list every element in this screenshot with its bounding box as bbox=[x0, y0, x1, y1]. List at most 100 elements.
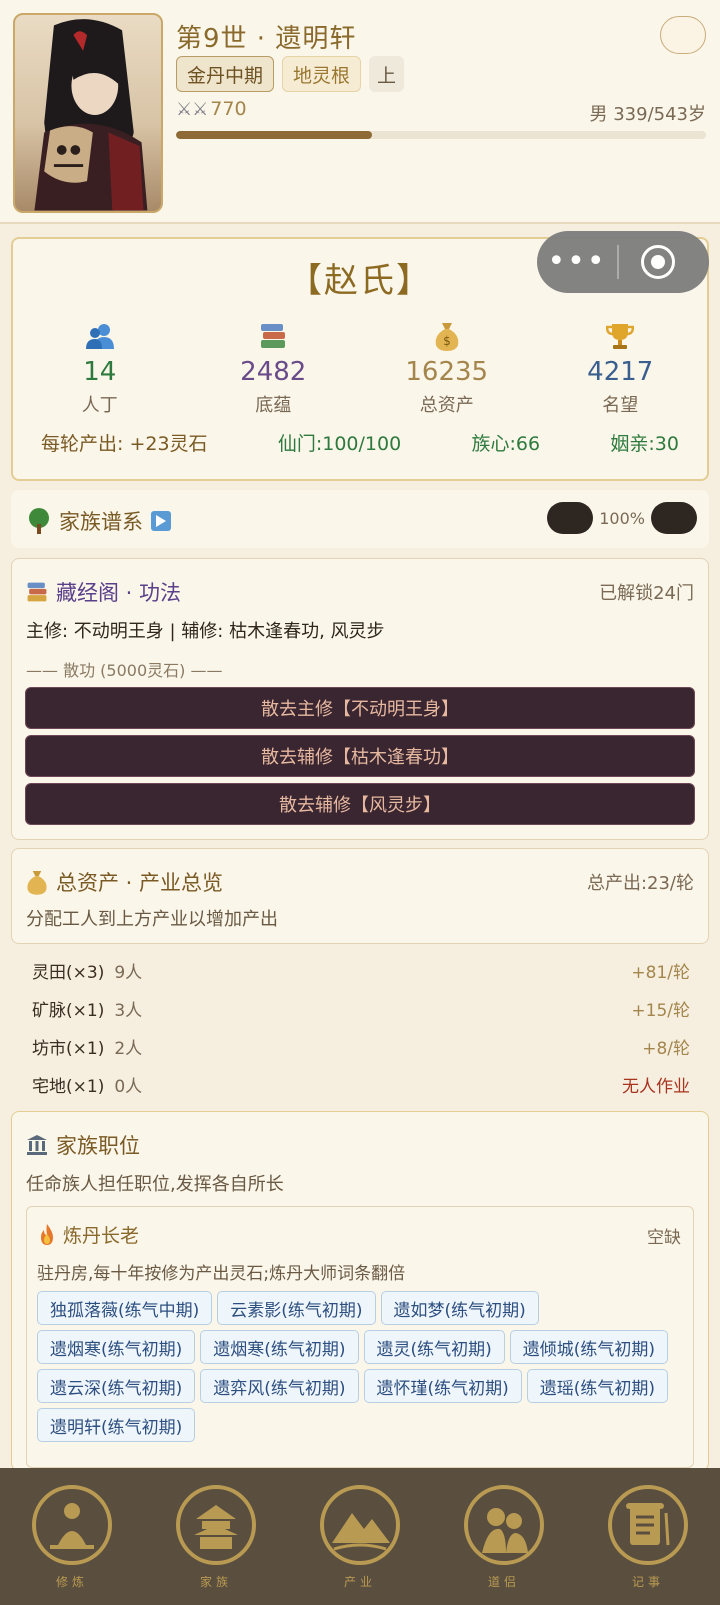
lineage-zoom: 100% bbox=[547, 502, 697, 534]
trophy-icon bbox=[534, 321, 708, 351]
positions-title: 家族职位 bbox=[56, 1134, 140, 1158]
money-bag-icon bbox=[27, 871, 47, 895]
candidate-chip[interactable]: 遗怀瑾(练气初期) bbox=[363, 1369, 522, 1403]
stat-reputation: 4217 名望 bbox=[534, 321, 708, 417]
candidate-chip[interactable]: 遗灵(练气初期) bbox=[363, 1330, 505, 1364]
candidate-chip[interactable]: 遗倾城(练气初期) bbox=[509, 1330, 669, 1364]
candidate-chip[interactable]: 遗云深(练气初期) bbox=[37, 1369, 196, 1403]
candidate-chip[interactable]: 遗如梦(练气初期) bbox=[380, 1291, 539, 1325]
character-header: 第9世 · 遗明轩 金丹中期 地灵根 上 ⚔⚔ 770 男 339/543岁 bbox=[0, 0, 720, 224]
alchemy-elder-header: 炼丹长老 bbox=[37, 1221, 139, 1248]
candidate-chip[interactable]: 遗烟寒(练气初期) bbox=[37, 1330, 196, 1364]
nav-label: 家族 bbox=[199, 1574, 232, 1589]
candidate-chips: 独孤落薇(练气中期) 云素影(练气初期) 遗如梦(练气初期) 遗烟寒(练气初期) 遗烟寒… bbox=[37, 1291, 687, 1442]
meditation-icon bbox=[32, 1484, 112, 1565]
portrait-image bbox=[34, 19, 148, 211]
sect-status: 仙门:100/100 bbox=[277, 433, 402, 455]
nav-industry[interactable]: 产业 bbox=[305, 1477, 415, 1597]
couple-icon bbox=[464, 1484, 544, 1565]
total-output: 总产出:23/轮 bbox=[586, 873, 694, 894]
industry-output: +8/轮 bbox=[642, 1038, 690, 1059]
heritage-label: 底蕴 bbox=[255, 395, 292, 416]
cultivation-techniques: 主修: 不动明王身 | 辅修: 枯木逢春功, 风灵步 bbox=[26, 621, 385, 642]
character-portrait[interactable] bbox=[13, 13, 163, 213]
nav-clan[interactable]: 家族 bbox=[161, 1477, 271, 1597]
industry-name: 矿脉(×1) bbox=[32, 1000, 105, 1021]
expand-play-icon bbox=[151, 511, 171, 531]
industry-workers: 9人 bbox=[114, 962, 143, 983]
crossed-swords-icon: ⚔⚔ bbox=[176, 98, 209, 120]
candidate-chip[interactable]: 云素影(练气初期) bbox=[217, 1291, 376, 1325]
lifespan-bar bbox=[176, 131, 706, 139]
settings-button[interactable] bbox=[660, 16, 706, 54]
stat-population: 14 人丁 bbox=[13, 321, 187, 417]
gender-age: 男 339/543岁 bbox=[589, 104, 707, 125]
disperse-main-button[interactable]: 散去主修【不动明王身】 bbox=[25, 687, 695, 729]
scroll-icon bbox=[608, 1484, 688, 1565]
clan-card: 【赵氏】 14 人丁 2482 底蕴 $ 16235 总资产 4217 名望 每… bbox=[11, 231, 709, 481]
alchemy-elder-panel: 炼丹长老 空缺 驻丹房,每十年按修为产出灵石;炼丹大师词条翻倍 独孤落薇(练气中… bbox=[26, 1206, 694, 1468]
close-miniprogram-icon[interactable] bbox=[640, 245, 675, 279]
industry-output-idle: 无人作业 bbox=[622, 1076, 690, 1097]
more-menu-icon[interactable]: ••• bbox=[537, 247, 617, 277]
clan-summary: 每轮产出: +23灵石 仙门:100/100 族心:66 姻亲:30 bbox=[41, 429, 679, 456]
candidate-chip[interactable]: 独孤落薇(练气中期) bbox=[37, 1291, 213, 1325]
people-icon bbox=[13, 321, 187, 351]
lineage-bar: 家族谱系 100% bbox=[11, 490, 709, 548]
spirit-root-tag: 地灵根 bbox=[282, 56, 362, 92]
library-title: 藏经阁 · 功法 bbox=[56, 581, 182, 605]
clan-cohesion: 族心:66 bbox=[471, 433, 541, 455]
lifespan-bar-fill bbox=[176, 131, 373, 139]
candidate-chip[interactable]: 遗明轩(练气初期) bbox=[37, 1408, 196, 1442]
realm-tag: 金丹中期 bbox=[176, 56, 275, 92]
industry-name: 宅地(×1) bbox=[32, 1076, 105, 1097]
nav-cultivate[interactable]: 修炼 bbox=[17, 1477, 127, 1597]
industry-row[interactable]: 矿脉(×1) 3人 +15/轮 bbox=[32, 993, 690, 1023]
industry-row[interactable]: 坊市(×1) 2人 +8/轮 bbox=[32, 1031, 690, 1061]
industry-name: 灵田(×3) bbox=[32, 962, 105, 983]
positions-header: 家族职位 bbox=[26, 1130, 140, 1160]
books-icon bbox=[27, 582, 47, 602]
disperse-aux-button-1[interactable]: 散去辅修【枯木逢春功】 bbox=[25, 735, 695, 777]
industry-row[interactable]: 宅地(×1) 0人 无人作业 bbox=[32, 1069, 690, 1099]
role-title: 炼丹长老 bbox=[63, 1225, 140, 1247]
lineage-title: 家族谱系 bbox=[59, 510, 143, 534]
lineage-toggle[interactable]: 家族谱系 bbox=[27, 506, 171, 536]
nav-label: 道侣 bbox=[487, 1574, 520, 1589]
clan-stats: 14 人丁 2482 底蕴 $ 16235 总资产 4217 名望 bbox=[13, 321, 707, 417]
tree-icon bbox=[29, 508, 49, 534]
population-label: 人丁 bbox=[81, 395, 118, 416]
fire-icon bbox=[41, 1223, 53, 1245]
money-bag-icon: $ bbox=[360, 321, 534, 351]
pavilion-icon bbox=[176, 1484, 256, 1565]
mountain-icon bbox=[320, 1484, 400, 1565]
grade-tag: 上 bbox=[369, 56, 405, 92]
candidate-chip[interactable]: 遗弈风(练气初期) bbox=[200, 1369, 359, 1403]
miniprogram-capsule: ••• bbox=[537, 231, 709, 293]
books-icon bbox=[187, 321, 361, 351]
industry-workers: 2人 bbox=[114, 1038, 143, 1059]
role-description: 驻丹房,每十年按修为产出灵石;炼丹大师词条翻倍 bbox=[37, 1264, 406, 1284]
library-card: 藏经阁 · 功法 已解锁24门 主修: 不动明王身 | 辅修: 枯木逢春功, 风… bbox=[11, 558, 709, 840]
candidate-chip[interactable]: 遗烟寒(练气初期) bbox=[200, 1330, 359, 1364]
round-output: 每轮产出: +23灵石 bbox=[41, 433, 208, 455]
assets-subtitle: 分配工人到上方产业以增加产出 bbox=[26, 909, 278, 930]
industry-output: +81/轮 bbox=[631, 962, 690, 983]
nav-chronicle[interactable]: 记事 bbox=[593, 1477, 703, 1597]
assets-card: 总资产 · 产业总览 总产出:23/轮 分配工人到上方产业以增加产出 bbox=[11, 848, 709, 944]
industry-list: 灵田(×3) 9人 +81/轮 矿脉(×1) 3人 +15/轮 坊市(×1) 2… bbox=[32, 955, 690, 1097]
nav-label: 产业 bbox=[343, 1574, 376, 1589]
bottom-nav: 修炼 家族 产业 道侣 记事 bbox=[0, 1468, 720, 1605]
capsule-divider bbox=[617, 245, 619, 279]
zoom-out-button[interactable] bbox=[547, 502, 594, 534]
positions-card: 家族职位 任命族人担任职位,发挥各自所长 炼丹长老 空缺 驻丹房,每十年按修为产… bbox=[11, 1111, 709, 1471]
nav-companion[interactable]: 道侣 bbox=[449, 1477, 559, 1597]
disperse-aux-button-2[interactable]: 散去辅修【风灵步】 bbox=[25, 783, 695, 825]
disperse-label: —— 散功 (5000灵石) —— bbox=[26, 661, 223, 680]
temple-icon bbox=[27, 1135, 47, 1155]
industry-row[interactable]: 灵田(×3) 9人 +81/轮 bbox=[32, 955, 690, 985]
zoom-in-button[interactable] bbox=[651, 502, 697, 534]
library-header: 藏经阁 · 功法 bbox=[26, 577, 181, 607]
combat-power: ⚔⚔ 770 bbox=[176, 98, 247, 120]
candidate-chip[interactable]: 遗瑶(练气初期) bbox=[526, 1369, 669, 1403]
